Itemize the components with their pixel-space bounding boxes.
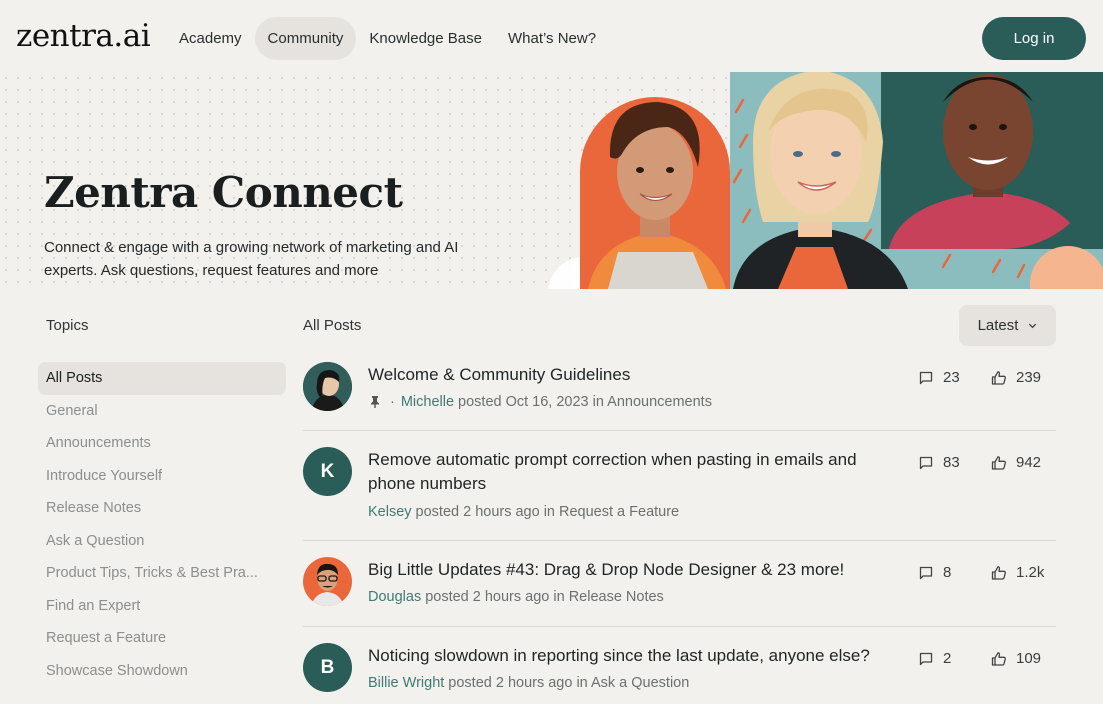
thumbs-up-icon (991, 651, 1006, 666)
login-button[interactable]: Log in (982, 17, 1086, 60)
post-title[interactable]: Remove automatic prompt correction when … (368, 448, 898, 496)
comment-count-value: 83 (943, 454, 960, 471)
avatar[interactable] (303, 362, 352, 411)
like-count[interactable]: 239 (991, 369, 1041, 386)
topic-label: General (46, 402, 98, 419)
comment-icon (919, 652, 933, 665)
comment-icon (919, 371, 933, 384)
post-meta: Billie Wright posted 2 hours ago in Ask … (368, 675, 689, 691)
post-meta-text: posted 2 hours ago in Request a Feature (415, 504, 680, 520)
topic-label: Release Notes (46, 500, 142, 517)
like-count[interactable]: 1.2k (991, 564, 1044, 581)
like-count-value: 942 (1016, 454, 1042, 471)
nav-academy[interactable]: Academy (166, 17, 255, 60)
topic-general[interactable]: General (38, 395, 286, 428)
topic-label: Announcements (46, 435, 151, 452)
topics-heading: Topics (46, 317, 89, 334)
topic-label: Introduce Yourself (46, 467, 163, 484)
post-row[interactable]: Welcome & Community Guidelines · Michell… (303, 347, 1056, 431)
post-meta: · Michelle posted Oct 16, 2023 in Announ… (368, 394, 712, 410)
topic-label: All Posts (46, 370, 103, 387)
comment-count-value: 2 (943, 650, 952, 667)
post-meta-text: posted Oct 16, 2023 in Announcements (458, 394, 712, 410)
like-count-value: 1.2k (1016, 564, 1045, 581)
avatar-photo (303, 362, 352, 411)
topic-label: Request a Feature (46, 630, 167, 647)
topic-list: All Posts General Announcements Introduc… (38, 362, 286, 687)
post-author[interactable]: Douglas (368, 589, 421, 605)
nav-community[interactable]: Community (254, 17, 357, 60)
comment-count-value: 8 (943, 564, 952, 581)
thumbs-up-icon (991, 565, 1006, 580)
topic-label: Ask a Question (46, 532, 145, 549)
post-author[interactable]: Kelsey (368, 504, 412, 520)
hero-illustration (548, 72, 1103, 289)
comment-count: 8 (918, 564, 951, 581)
comment-count: 2 (918, 650, 951, 667)
hero-description: Connect & engage with a growing network … (44, 239, 459, 279)
topic-product-tips[interactable]: Product Tips, Tricks & Best Pra... (38, 557, 286, 590)
comment-count: 83 (918, 454, 960, 471)
avatar-photo (303, 557, 352, 606)
comment-icon (919, 456, 933, 469)
posts-heading: All Posts (303, 317, 362, 334)
chevron-down-icon (1029, 323, 1037, 329)
topic-label: Product Tips, Tricks & Best Pra... (46, 565, 258, 582)
topic-request-a-feature[interactable]: Request a Feature (38, 622, 286, 655)
comment-count: 23 (918, 369, 960, 386)
post-author[interactable]: Michelle (401, 394, 454, 410)
topic-find-an-expert[interactable]: Find an Expert (38, 590, 286, 623)
post-meta: Douglas posted 2 hours ago in Release No… (368, 589, 664, 605)
topic-ask-a-question[interactable]: Ask a Question (38, 525, 286, 558)
pin-icon (371, 396, 379, 408)
topic-all-posts[interactable]: All Posts (38, 362, 286, 395)
nav-knowledge-base[interactable]: Knowledge Base (356, 17, 495, 60)
topic-announcements[interactable]: Announcements (38, 427, 286, 460)
post-row[interactable]: Big Little Updates #43: Drag & Drop Node… (303, 541, 1056, 627)
post-row[interactable]: B Noticing slowdown in reporting since t… (303, 627, 1056, 704)
avatar[interactable]: K (303, 447, 352, 496)
top-nav: zentra.ai Academy Community Knowledge Ba… (0, 0, 1103, 76)
post-title[interactable]: Noticing slowdown in reporting since the… (368, 644, 928, 668)
like-count-value: 109 (1016, 650, 1042, 667)
topic-showcase-showdown[interactable]: Showcase Showdown (38, 655, 286, 688)
thumbs-up-icon (991, 370, 1006, 385)
topic-release-notes[interactable]: Release Notes (38, 492, 286, 525)
avatar[interactable] (303, 557, 352, 606)
topic-introduce-yourself[interactable]: Introduce Yourself (38, 460, 286, 493)
like-count[interactable]: 109 (991, 650, 1041, 667)
sort-label: Latest (977, 317, 1019, 334)
meta-separator: · (390, 394, 395, 410)
hero-title: Zentra Connect (44, 168, 403, 217)
nav-links: Academy Community Knowledge Base What’s … (166, 17, 609, 60)
post-title[interactable]: Big Little Updates #43: Drag & Drop Node… (368, 558, 898, 582)
hero-banner: Zentra Connect Connect & engage with a g… (0, 72, 1103, 289)
post-author[interactable]: Billie Wright (368, 675, 444, 691)
topic-label: Showcase Showdown (46, 662, 188, 679)
post-meta-text: posted 2 hours ago in Ask a Question (448, 675, 690, 691)
thumbs-up-icon (991, 455, 1006, 470)
like-count-value: 239 (1016, 369, 1042, 386)
comment-count-value: 23 (943, 369, 960, 386)
logo[interactable]: zentra.ai (16, 18, 151, 54)
post-meta-text: posted 2 hours ago in Release Notes (425, 589, 664, 605)
post-meta: Kelsey posted 2 hours ago in Request a F… (368, 504, 679, 520)
comment-icon (919, 566, 933, 579)
sort-dropdown[interactable]: Latest (959, 305, 1056, 346)
nav-whats-new[interactable]: What’s New? (495, 17, 609, 60)
post-row[interactable]: K Remove automatic prompt correction whe… (303, 431, 1056, 541)
post-title[interactable]: Welcome & Community Guidelines (368, 363, 898, 387)
avatar[interactable]: B (303, 643, 352, 692)
like-count[interactable]: 942 (991, 454, 1041, 471)
topic-label: Find an Expert (46, 597, 141, 614)
